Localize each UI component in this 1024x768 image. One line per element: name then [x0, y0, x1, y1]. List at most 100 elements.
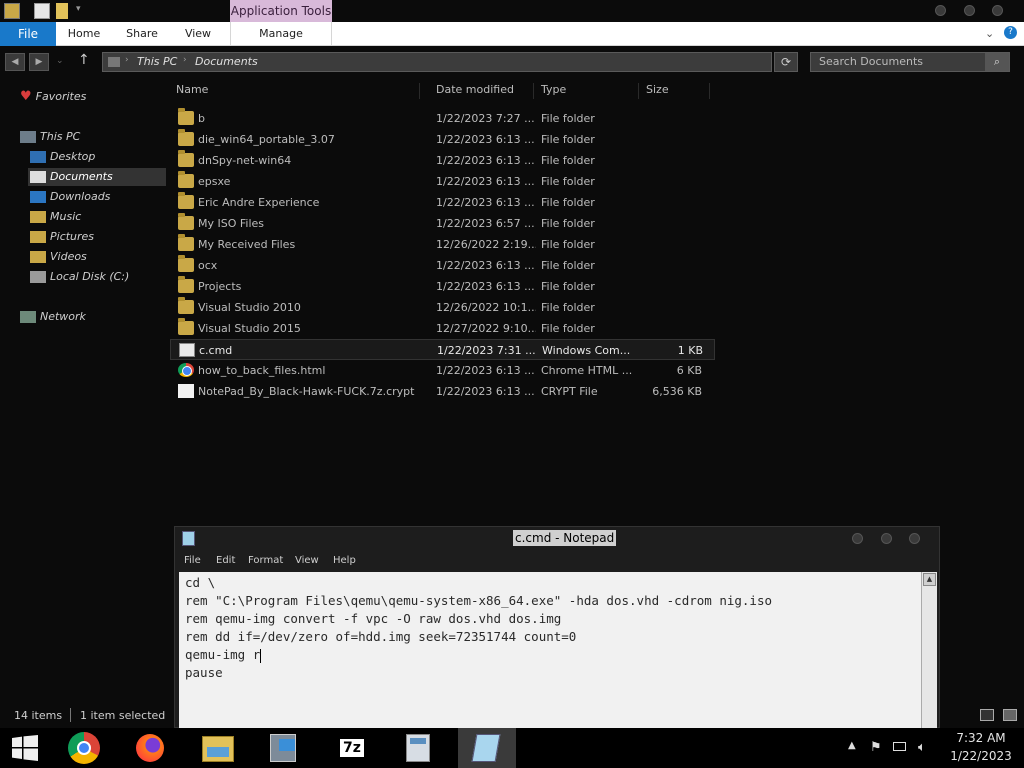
scroll-up-button[interactable]: ▲: [923, 573, 936, 586]
file-row[interactable]: c.cmd 1/22/2023 7:31 ... Windows Com... 1 K…: [170, 339, 715, 360]
taskbar-7zip[interactable]: 7z: [322, 728, 380, 768]
nav-pictures[interactable]: Pictures: [30, 228, 94, 246]
file-name: Projects: [198, 280, 242, 293]
search-input[interactable]: Search Documents ⌕: [810, 52, 1010, 72]
file-row[interactable]: My ISO Files 1/22/2023 6:57 ... File folde…: [170, 213, 715, 234]
maximize-button[interactable]: [964, 5, 975, 16]
file-row[interactable]: die_win64_portable_3.07 1/22/2023 6:13 ..…: [170, 129, 715, 150]
notepad-text-area[interactable]: cd \ rem "C:\Program Files\qemu\qemu-sys…: [179, 572, 923, 732]
tab-file[interactable]: File: [0, 22, 56, 46]
nav-local-disk[interactable]: Local Disk (C:): [30, 268, 129, 286]
clock-time[interactable]: 7:32 AM: [948, 731, 1014, 745]
nav-network[interactable]: Network: [20, 308, 86, 326]
file-row[interactable]: Visual Studio 2010 12/26/2022 10:1... File…: [170, 297, 715, 318]
file-size: 6,536 KB: [652, 385, 702, 398]
file-name: dnSpy-net-win64: [198, 154, 292, 167]
notepad-app-icon[interactable]: [182, 531, 195, 546]
volume-icon[interactable]: 🔈︎: [918, 740, 926, 755]
minimize-button[interactable]: [935, 5, 946, 16]
folder-icon: [178, 297, 194, 314]
address-bar[interactable]: › This PC › Documents: [102, 52, 772, 72]
file-name: b: [198, 112, 205, 125]
explorer-window-icon[interactable]: [4, 3, 20, 19]
taskbar-calculator[interactable]: [388, 728, 446, 768]
taskbar-chrome[interactable]: [56, 728, 114, 768]
column-header-date[interactable]: Date modified: [430, 83, 534, 99]
refresh-button[interactable]: ⟳: [774, 52, 798, 72]
column-header-type[interactable]: Type: [535, 83, 639, 99]
file-date: 1/22/2023 6:13 ...: [436, 385, 535, 398]
tab-manage[interactable]: Manage: [230, 22, 332, 46]
file-row[interactable]: Eric Andre Experience 1/22/2023 6:13 ... F…: [170, 192, 715, 213]
column-header-size[interactable]: Size: [640, 83, 710, 99]
network-tool-icon: [270, 734, 296, 762]
nav-desktop-label: Desktop: [50, 150, 96, 163]
recent-locations-icon[interactable]: ⌄: [56, 56, 64, 66]
file-row[interactable]: b 1/22/2023 7:27 ... File folder: [170, 108, 715, 129]
nav-documents[interactable]: Documents: [28, 168, 166, 186]
search-icon[interactable]: ⌕: [985, 53, 1009, 71]
clock-date[interactable]: 1/22/2023: [944, 749, 1018, 763]
chrome-icon: [68, 732, 100, 764]
desktop-icon: [30, 151, 46, 163]
notepad-scrollbar[interactable]: ▲: [921, 572, 937, 732]
file-row[interactable]: My Received Files 12/26/2022 2:19... File …: [170, 234, 715, 255]
nav-music[interactable]: Music: [30, 208, 81, 226]
file-name: NotePad_By_Black-Hawk-FUCK.7z.crypt: [198, 385, 415, 398]
ribbon-expand-icon[interactable]: ⌄: [985, 27, 994, 40]
close-button[interactable]: [992, 5, 1003, 16]
properties-icon[interactable]: [34, 3, 50, 19]
back-button[interactable]: ◀: [5, 53, 25, 71]
details-view-icon[interactable]: [980, 709, 994, 721]
nav-downloads[interactable]: Downloads: [30, 188, 110, 206]
column-header-name[interactable]: Name: [170, 83, 420, 99]
nav-desktop[interactable]: Desktop: [30, 148, 130, 166]
action-center-flag-icon[interactable]: ⚑: [870, 740, 882, 755]
file-row[interactable]: NotePad_By_Black-Hawk-FUCK.7z.crypt 1/22/…: [170, 381, 715, 402]
taskbar-network-tool[interactable]: [254, 728, 312, 768]
menu-view[interactable]: View: [295, 555, 319, 566]
menu-format[interactable]: Format: [248, 555, 283, 566]
crypt-file-icon: [178, 384, 194, 398]
tab-view[interactable]: View: [174, 22, 222, 46]
nav-this-pc[interactable]: This PC: [20, 128, 80, 146]
taskbar-notepad[interactable]: [458, 728, 516, 768]
forward-button[interactable]: ▶: [29, 53, 49, 71]
breadcrumb-this-pc[interactable]: This PC: [137, 55, 177, 68]
notepad-titlebar[interactable]: c.cmd - Notepad: [175, 527, 939, 551]
text-caret: [260, 648, 262, 663]
start-icon: [12, 735, 38, 761]
file-date: 1/22/2023 6:13 ...: [436, 154, 535, 167]
large-icons-view-icon[interactable]: [1003, 709, 1017, 721]
nav-videos[interactable]: Videos: [30, 248, 87, 266]
file-row[interactable]: dnSpy-net-win64 1/22/2023 6:13 ... File fo…: [170, 150, 715, 171]
notepad-maximize-button[interactable]: [881, 533, 892, 544]
breadcrumb-documents[interactable]: Documents: [195, 55, 258, 68]
taskbar-firefox[interactable]: [122, 728, 180, 768]
tab-home[interactable]: Home: [60, 22, 108, 46]
menu-help[interactable]: Help: [333, 555, 356, 566]
help-icon[interactable]: ?: [1004, 26, 1017, 39]
quick-access-dropdown-icon[interactable]: ▾: [76, 4, 81, 14]
folder-icon: [178, 318, 194, 335]
nav-favorites[interactable]: ♥ Favorites: [20, 88, 86, 106]
taskbar-file-explorer[interactable]: [188, 728, 246, 768]
menu-file[interactable]: File: [184, 555, 201, 566]
tab-share[interactable]: Share: [116, 22, 168, 46]
network-status-icon[interactable]: [893, 740, 909, 752]
folder-icon: [178, 150, 194, 167]
file-row[interactable]: epsxe 1/22/2023 6:13 ... File folder: [170, 171, 715, 192]
file-row[interactable]: Visual Studio 2015 12/27/2022 9:10... File…: [170, 318, 715, 339]
notepad-close-button[interactable]: [909, 533, 920, 544]
notepad-menubar: File Edit Format View Help: [175, 552, 939, 570]
show-hidden-icons-icon[interactable]: ▲: [848, 740, 856, 751]
file-row[interactable]: Projects 1/22/2023 6:13 ... File folder: [170, 276, 715, 297]
menu-edit[interactable]: Edit: [216, 555, 235, 566]
file-row[interactable]: how_to_back_files.html 1/22/2023 6:13 ...…: [170, 360, 715, 381]
file-row[interactable]: ocx 1/22/2023 6:13 ... File folder: [170, 255, 715, 276]
up-button[interactable]: ↑: [78, 52, 90, 68]
start-button[interactable]: [0, 728, 50, 768]
notepad-minimize-button[interactable]: [852, 533, 863, 544]
explorer-titlebar: ▾ Application Tools: [0, 0, 1024, 22]
new-folder-icon[interactable]: [56, 3, 68, 19]
